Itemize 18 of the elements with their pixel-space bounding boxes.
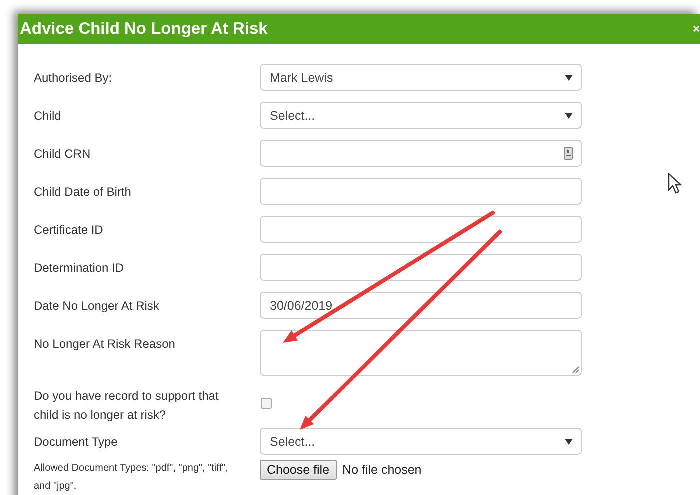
field-label: Authorised By: (34, 70, 114, 87)
select-field[interactable]: Select... (260, 428, 582, 455)
field-label: Determination ID (34, 260, 126, 277)
field-label: Certificate ID (34, 222, 104, 239)
select-field[interactable]: Select... (260, 102, 582, 129)
input-field[interactable]: 30/06/2019 (260, 292, 582, 319)
field-label: Date No Longer At Risk (34, 298, 160, 315)
select-field[interactable]: Mark Lewis (260, 64, 582, 91)
field-label: Child Date of Birth (34, 184, 132, 201)
choose-file-button[interactable]: Choose file (260, 460, 337, 480)
field-label: Child (34, 108, 62, 125)
field-label: Child CRN (34, 146, 92, 163)
dialog-title: Advice Child No Longer At Risk (20, 20, 268, 38)
field-label: Do you have record to support that child is no longer at risk? (34, 388, 220, 424)
field-label: No Longer At Risk Reason (34, 336, 176, 353)
field-label: Allowed Document Types: "pdf", "png", "tiff", and "jpg". (34, 462, 230, 494)
field-label: Document Type (34, 434, 119, 451)
file-status: No file chosen (342, 463, 422, 477)
